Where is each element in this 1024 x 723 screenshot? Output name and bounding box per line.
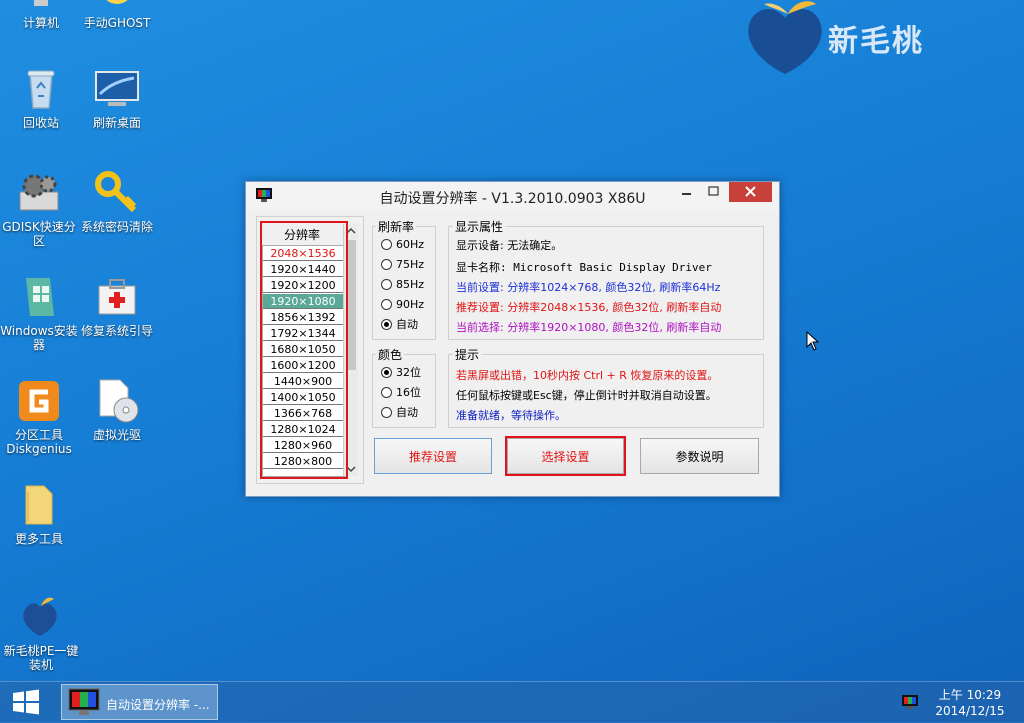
installer-icon bbox=[16, 274, 62, 320]
brand-logo: 新毛桃 bbox=[742, 0, 982, 78]
desktop-icon-diskgenius[interactable]: 分区工具Diskgenius bbox=[0, 378, 78, 456]
radio-button-icon bbox=[381, 386, 392, 398]
chosen-settings-text: 当前选择: 分辨率1920×1080, 颜色32位, 刷新率自动 bbox=[456, 321, 722, 334]
key-icon bbox=[94, 170, 140, 216]
resolution-settings-window: 自动设置分辨率 - V1.3.2010.0903 X86U 分辨率 2048×1… bbox=[245, 181, 780, 497]
desktop-icon-one-key-install[interactable]: 新毛桃PE一键装机 bbox=[2, 594, 80, 672]
desktop-icon-gdisk[interactable]: GDISK快速分区 bbox=[0, 170, 78, 248]
taskbar-item-resolution-app[interactable]: 自动设置分辨率 -... bbox=[61, 684, 218, 720]
disc-icon bbox=[94, 378, 140, 424]
desktop-icon-windows-installer[interactable]: Windows安装器 bbox=[0, 274, 78, 352]
current-settings-text: 当前设置: 分辨率1024×768, 颜色32位, 刷新率64Hz bbox=[456, 281, 721, 294]
desktop-icon-label: GDISK快速分区 bbox=[2, 220, 76, 248]
refresh-rate-legend: 刷新率 bbox=[376, 218, 417, 235]
radio-label: 85Hz bbox=[396, 278, 425, 291]
tip-line-2: 任何鼠标按键或Esc键，停止倒计时并取消自动设置。 bbox=[456, 389, 717, 402]
radio-button-icon bbox=[381, 278, 392, 290]
radio-refresh-auto[interactable]: 自动 bbox=[381, 317, 418, 333]
desktop-icon-label: 修复系统引导 bbox=[80, 324, 153, 338]
highlight-frame-resolution bbox=[260, 221, 348, 479]
desktop-icon-recycle-bin[interactable]: 回收站 bbox=[2, 66, 80, 130]
system-clock[interactable]: 上午 10:29 2014/12/15 bbox=[930, 687, 1010, 719]
close-icon bbox=[745, 186, 756, 197]
maximize-button[interactable] bbox=[701, 182, 727, 202]
desktop-icon-label: 刷新桌面 bbox=[92, 116, 141, 130]
desktop-icon-label: Windows安装器 bbox=[0, 324, 78, 352]
radio-button-icon bbox=[381, 406, 392, 418]
radio-button-icon bbox=[381, 258, 392, 270]
recommended-settings-text: 推荐设置: 分辨率2048×1536, 颜色32位, 刷新率自动 bbox=[456, 301, 722, 314]
diskgenius-icon bbox=[16, 378, 62, 424]
desktop-icon-label: 计算机 bbox=[22, 16, 59, 30]
desktop-icon-label: 新毛桃PE一键装机 bbox=[3, 644, 79, 672]
start-button[interactable] bbox=[8, 686, 44, 718]
desktop-icon-computer[interactable]: 计算机 bbox=[2, 0, 80, 30]
radio-button-icon bbox=[381, 318, 392, 330]
radio-button-icon bbox=[381, 366, 392, 378]
radio-label: 60Hz bbox=[396, 238, 425, 251]
desktop-icon-label: 系统密码清除 bbox=[80, 220, 153, 234]
display-device-text: 显示设备: 无法确定。 bbox=[456, 239, 563, 252]
display-properties-legend: 显示属性 bbox=[453, 218, 506, 235]
tray-resolution-icon[interactable] bbox=[902, 695, 918, 712]
gear-icon bbox=[16, 170, 62, 216]
display-card-text: 显卡名称: Microsoft Basic Display Driver bbox=[456, 261, 712, 274]
folder-icon bbox=[16, 482, 62, 528]
first-aid-kit-icon bbox=[94, 274, 140, 320]
radio-label: 16位 bbox=[396, 386, 421, 399]
peach-icon bbox=[18, 594, 64, 640]
radio-color-auto[interactable]: 自动 bbox=[381, 405, 418, 421]
desktop-icon-label: 更多工具 bbox=[14, 532, 63, 546]
radio-label: 自动 bbox=[396, 318, 418, 331]
radio-60hz[interactable]: 60Hz bbox=[381, 237, 424, 253]
clock-time: 上午 10:29 bbox=[938, 688, 1002, 702]
desktop-icon-virtual-drive[interactable]: 虚拟光驱 bbox=[78, 378, 156, 442]
radio-16bit[interactable]: 16位 bbox=[381, 385, 421, 401]
desktop-icon-repair-boot[interactable]: 修复系统引导 bbox=[78, 274, 156, 338]
radio-button-icon bbox=[381, 298, 392, 310]
monitor-icon bbox=[94, 66, 140, 112]
peach-logo-icon bbox=[748, 1, 822, 74]
chevron-down-icon bbox=[346, 466, 356, 473]
ghost-icon bbox=[94, 0, 140, 12]
desktop-icon-refresh-desktop[interactable]: 刷新桌面 bbox=[78, 66, 156, 130]
tip-line-3: 准备就绪，等待操作。 bbox=[456, 409, 566, 422]
desktop-icon-more-tools[interactable]: 更多工具 bbox=[0, 482, 78, 546]
radio-button-icon bbox=[381, 238, 392, 250]
clock-date: 2014/12/15 bbox=[935, 704, 1005, 718]
window-titlebar[interactable]: 自动设置分辨率 - V1.3.2010.0903 X86U bbox=[246, 182, 779, 210]
recycle-bin-icon bbox=[18, 66, 64, 112]
computer-icon bbox=[18, 0, 64, 12]
taskbar: 自动设置分辨率 -... 上午 10:29 2014/12/15 bbox=[0, 681, 1024, 723]
desktop-icon-label: 手动GHOST bbox=[83, 16, 151, 30]
chevron-up-icon bbox=[346, 227, 356, 234]
desktop-icon-password-clear[interactable]: 系统密码清除 bbox=[78, 170, 156, 234]
radio-32bit[interactable]: 32位 bbox=[381, 365, 421, 381]
mouse-cursor-icon bbox=[806, 330, 820, 354]
desktop-icon-manual-ghost[interactable]: 手动GHOST bbox=[78, 0, 156, 30]
recommend-settings-button[interactable]: 推荐设置 bbox=[374, 438, 492, 474]
radio-label: 75Hz bbox=[396, 258, 425, 271]
desktop-icon-label: 回收站 bbox=[22, 116, 59, 130]
tip-line-1: 若黑屏或出错，10秒内按 Ctrl + R 恢复原来的设置。 bbox=[456, 369, 719, 382]
radio-label: 32位 bbox=[396, 366, 421, 379]
app-icon bbox=[68, 688, 100, 719]
radio-85hz[interactable]: 85Hz bbox=[381, 277, 424, 293]
tips-legend: 提示 bbox=[453, 346, 482, 363]
color-depth-legend: 颜色 bbox=[376, 346, 405, 363]
minimize-button[interactable] bbox=[674, 182, 700, 202]
radio-75hz[interactable]: 75Hz bbox=[381, 257, 424, 273]
brand-name: 新毛桃 bbox=[828, 24, 924, 59]
highlight-frame-choose-button bbox=[505, 436, 626, 476]
radio-label: 90Hz bbox=[396, 298, 425, 311]
taskbar-item-label: 自动设置分辨率 -... bbox=[106, 698, 210, 712]
desktop-icon-label: 分区工具Diskgenius bbox=[6, 428, 72, 456]
close-button[interactable] bbox=[729, 182, 772, 202]
windows-logo-icon bbox=[13, 689, 39, 715]
radio-label: 自动 bbox=[396, 406, 418, 419]
parameter-help-button[interactable]: 参数说明 bbox=[640, 438, 759, 474]
desktop-icon-label: 虚拟光驱 bbox=[92, 428, 141, 442]
radio-90hz[interactable]: 90Hz bbox=[381, 297, 424, 313]
